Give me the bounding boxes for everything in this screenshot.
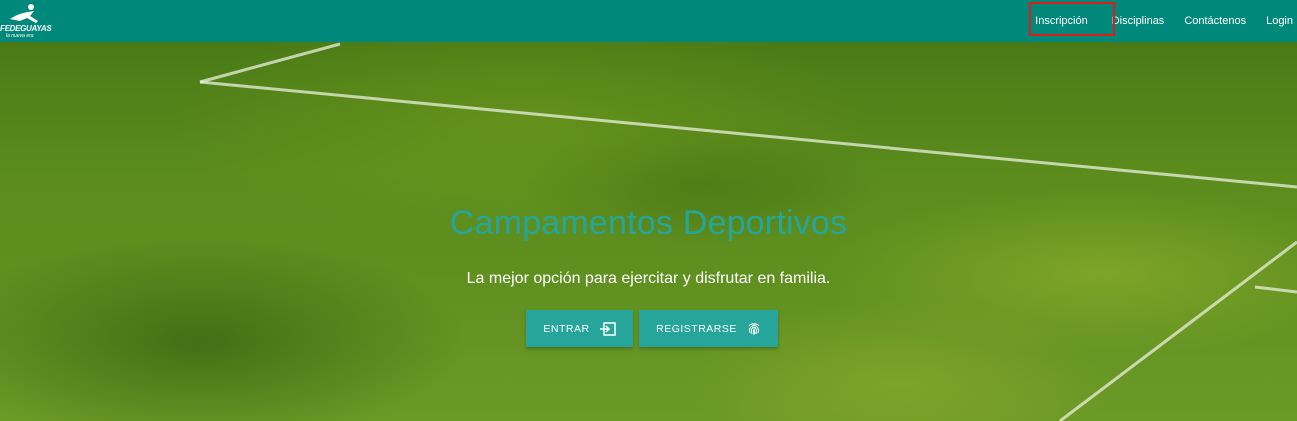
main-nav: Inscripción Disciplinas Contáctenos Logi…	[1021, 0, 1297, 42]
runner-logo-icon	[10, 4, 38, 23]
nav-contactenos[interactable]: Contáctenos	[1174, 0, 1256, 42]
hero-title: Campamentos Deportivos	[449, 204, 848, 242]
entrar-label: ENTRAR	[543, 322, 590, 335]
brand-name: FEDEGUAYAS	[0, 24, 52, 33]
nav-inscripcion[interactable]: Inscripción	[1021, 0, 1102, 42]
entrar-button[interactable]: ENTRAR	[526, 310, 633, 347]
nav-disciplinas[interactable]: Disciplinas	[1102, 0, 1175, 42]
hero-subtitle: La mejor opción para ejercitar y disfrut…	[466, 270, 831, 287]
registrarse-button[interactable]: REGISTRARSE	[639, 310, 778, 347]
top-navbar: FEDEGUAYAS la nueva era Inscripción Disc…	[0, 0, 1297, 42]
nav-login[interactable]: Login	[1256, 0, 1297, 42]
brand-tagline: la nueva era	[6, 33, 34, 39]
login-icon	[599, 321, 616, 336]
fingerprint-icon	[748, 322, 760, 335]
registrarse-label: REGISTRARSE	[656, 322, 737, 335]
fedeguayas-logo[interactable]: FEDEGUAYAS la nueva era	[0, 2, 60, 40]
hero-section: Campamentos Deportivos La mejor opción p…	[0, 42, 1297, 421]
